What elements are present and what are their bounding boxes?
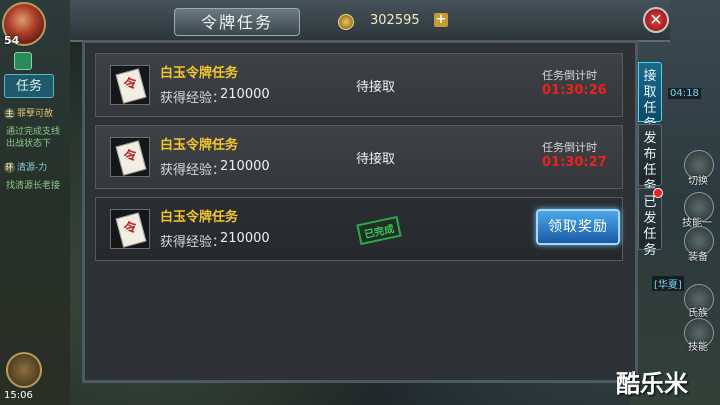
token-item-slot[interactable]: 令 [110,65,150,105]
quest-desc-main-2: 出战状态下 [6,139,52,149]
countdown-label: 任务倒计时 [542,69,597,82]
switch-label: 切换 [688,176,708,187]
clan-label: 氏族 [688,308,708,319]
dialog-title: 令牌任务 [174,8,300,36]
quest-title-loop: 清源-力 [17,163,48,173]
tab-accept-tasks[interactable]: 接取任务 [638,62,662,132]
exp-value: 210000 [220,159,270,174]
quest-name: 白玉令牌任务 [160,210,239,225]
exp-label: 获得经验： [160,163,226,178]
coin-icon [338,14,354,30]
exp-label: 获得经验： [160,235,226,250]
tab-publish-tasks-label: 发布任务 [643,131,657,194]
tab-accept-tasks-label: 接取任务 [643,69,657,132]
notification-dot [653,188,663,198]
mount-button[interactable] [6,352,42,388]
quest-desc-loop: 找清源长老接 [6,181,61,191]
completed-stamp: 已完成 [356,215,402,246]
task-tracker-tab[interactable]: 任务 [4,74,54,98]
game-clock: 15:06 [4,390,33,401]
quest-entry-loop[interactable]: 环清源-力 [4,160,47,173]
left-hud-background [0,0,70,405]
quest-name: 白玉令牌任务 [160,66,239,81]
token-item-slot[interactable]: 令 [110,137,150,177]
white-jade-token-icon: 令 [115,140,147,176]
skills-label: 技能 [688,342,708,353]
right-clock: 04:18 [668,88,701,99]
close-button[interactable]: ✕ [643,7,669,33]
exp-label: 获得经验： [160,91,226,106]
watermark: 酷乐米 [616,370,688,398]
white-jade-token-icon: 令 [115,68,147,104]
quest-status: 待接取 [356,152,396,167]
quest-status: 待接取 [356,80,396,95]
token-item-slot[interactable]: 令 [110,209,150,249]
equipment-label: 装备 [688,252,708,263]
countdown-time: 01:30:27 [542,155,607,170]
tab-published-tasks-label: 已发任务 [643,195,657,258]
exp-value: 210000 [220,87,270,102]
player-level: 54 [4,34,20,47]
exp-value: 210000 [220,231,270,246]
buff-icon[interactable] [14,52,32,70]
guild-tag: [华夏] [652,276,684,291]
currency-value: 302595 [370,13,420,28]
quest-tag-main: 主 [4,108,15,119]
task-list-panel: 令 白玉令牌任务 获得经验： 210000 待接取 任务倒计时 01:30:26… [82,40,638,383]
quest-entry-main[interactable]: 主罪孽可赦 [4,106,53,119]
add-currency-button[interactable]: + [434,13,448,27]
quest-card: 令 白玉令牌任务 获得经验： 210000 已完成 领取奖励 [95,197,623,261]
quest-card: 令 白玉令牌任务 获得经验： 210000 待接取 任务倒计时 01:30:27 [95,125,623,189]
white-jade-token-icon: 令 [115,212,147,248]
quest-name: 白玉令牌任务 [160,138,239,153]
quest-title-main: 罪孽可赦 [17,109,54,119]
quest-tag-loop: 环 [4,162,15,173]
quest-card: 令 白玉令牌任务 获得经验： 210000 待接取 任务倒计时 01:30:26 [95,53,623,117]
tab-publish-tasks[interactable]: 发布任务 [638,124,662,194]
dialog-header: 令牌任务 302595 + [70,0,670,42]
countdown-time: 01:30:26 [542,83,607,98]
countdown-label: 任务倒计时 [542,141,597,154]
claim-reward-button[interactable]: 领取奖励 [536,209,620,245]
